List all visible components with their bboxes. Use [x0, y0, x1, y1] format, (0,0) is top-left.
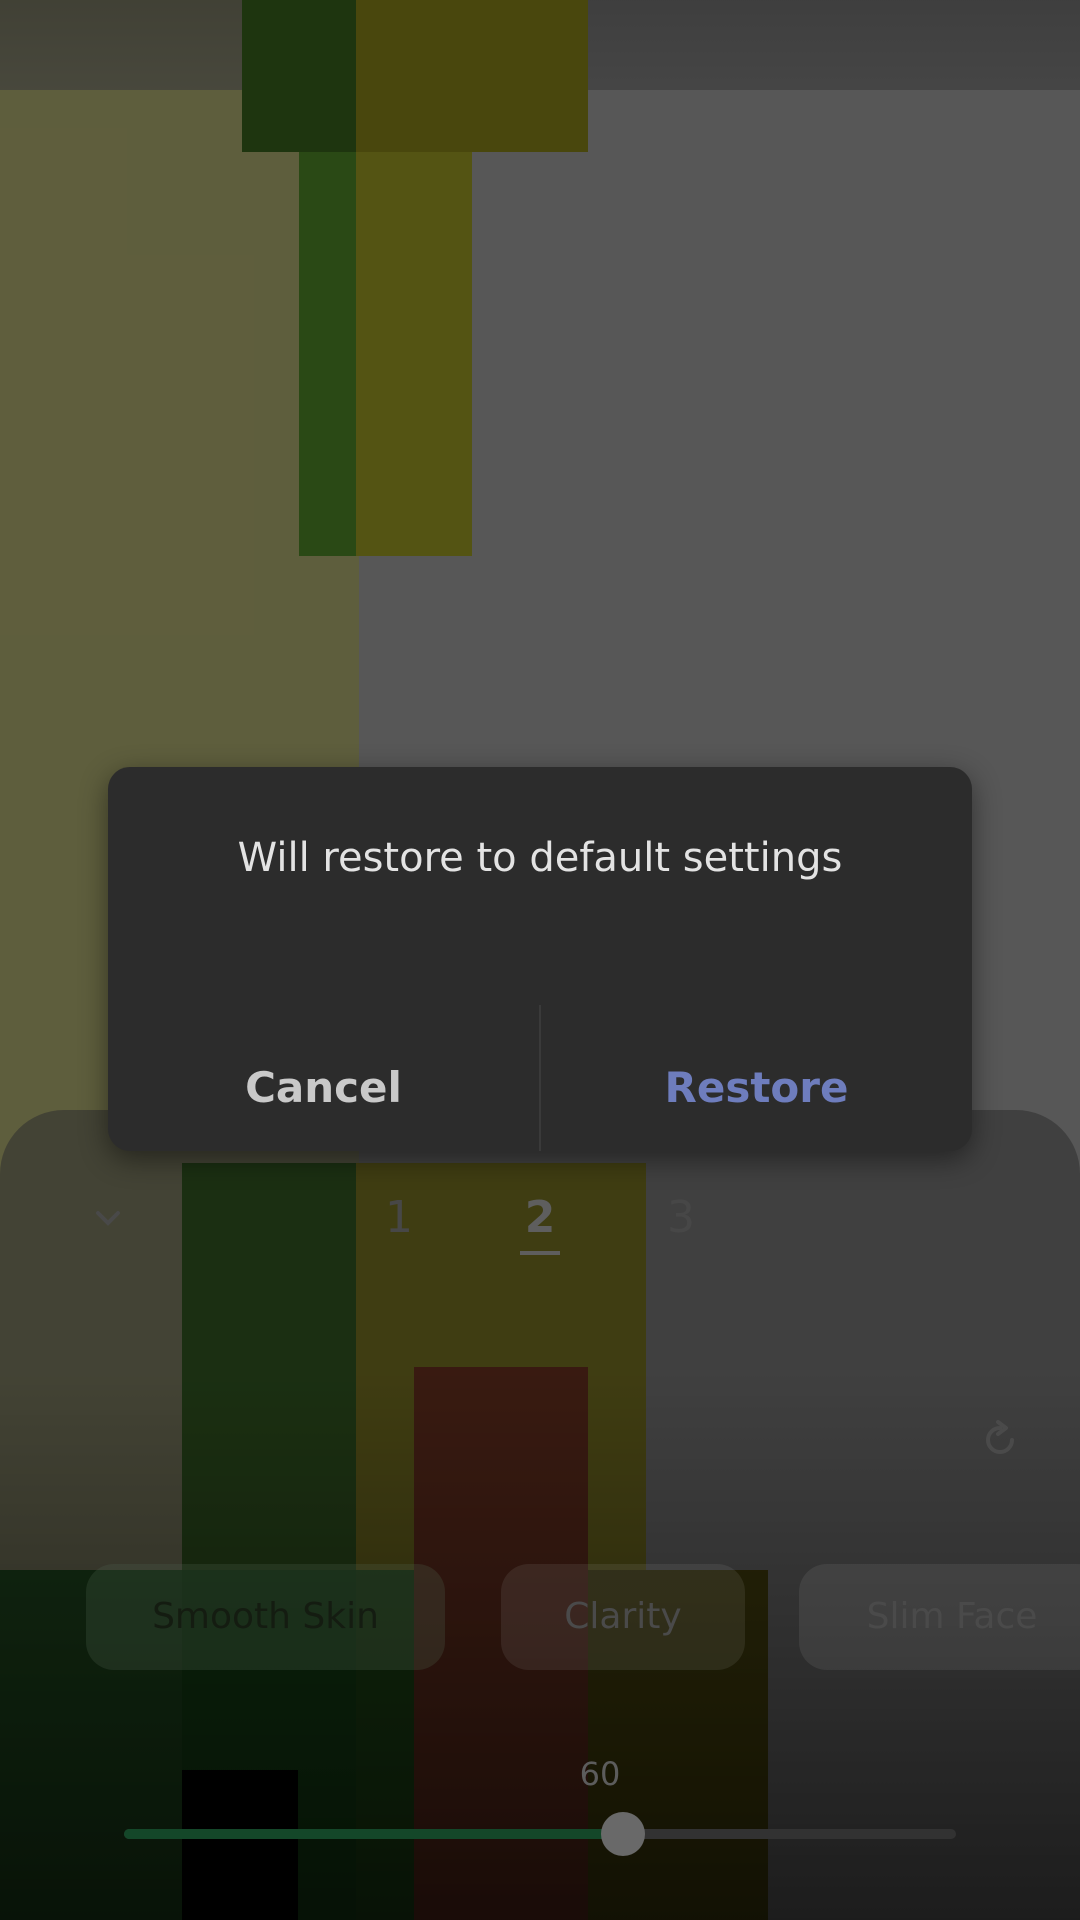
- dialog-message: Will restore to default settings: [237, 835, 843, 881]
- restore-button[interactable]: Restore: [541, 1023, 972, 1151]
- restore-dialog: Will restore to default settings Cancel …: [108, 767, 972, 1151]
- cancel-button[interactable]: Cancel: [108, 1023, 539, 1151]
